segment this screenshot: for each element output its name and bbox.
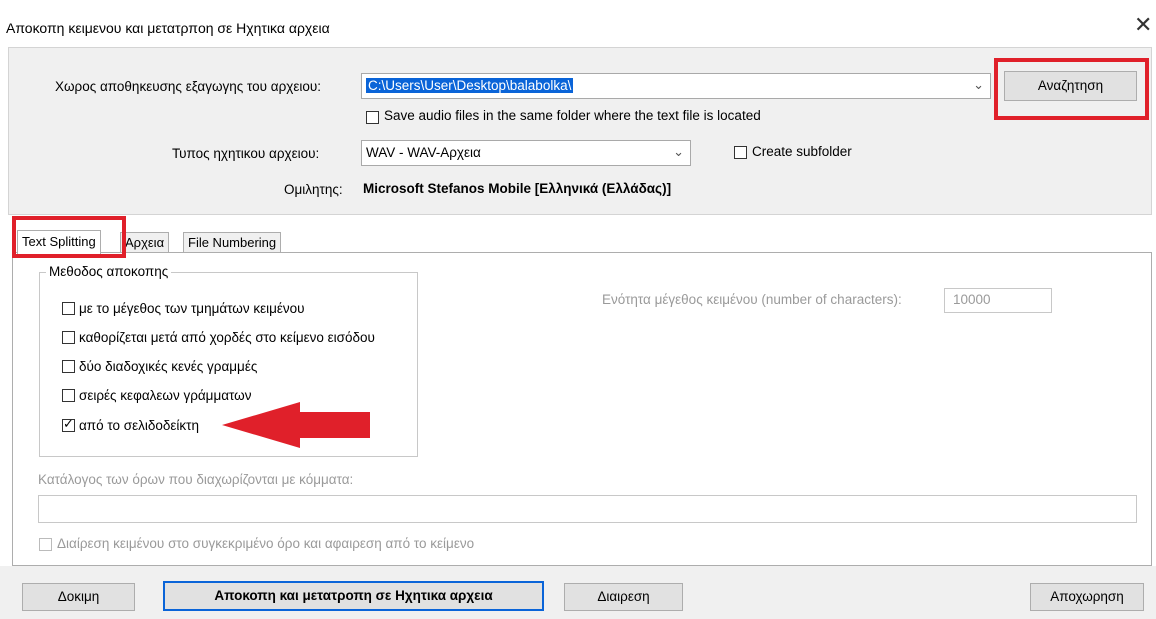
create-subfolder-checkbox[interactable] — [734, 146, 747, 159]
folder-value: C:\Users\User\Desktop\balabolka\ — [366, 78, 574, 93]
terms-input[interactable] — [38, 495, 1137, 523]
split-remove-checkbox[interactable] — [39, 538, 52, 551]
split-method-title: Μεθοδος αποκοπης — [46, 264, 172, 279]
split-convert-button[interactable]: Αποκοπη και μετατροπη σε Ηχητικα αρχεια — [163, 581, 544, 611]
option-strings-checkbox[interactable] — [62, 331, 75, 344]
option-chunk-size-checkbox[interactable] — [62, 302, 75, 315]
chunk-size-label: Ενότητα μέγεθος κειμένου (number of char… — [602, 292, 902, 307]
split-button[interactable]: Διαιρεση — [564, 583, 683, 611]
option-bookmark-checkbox[interactable] — [62, 416, 75, 432]
speaker-label: Ομιλητης: — [284, 182, 343, 197]
chevron-down-icon[interactable]: ⌄ — [673, 144, 684, 160]
chunk-size-input[interactable]: 10000 — [944, 288, 1052, 313]
option-blank-lines-checkbox[interactable] — [62, 360, 75, 373]
same-folder-checkbox[interactable] — [366, 111, 379, 124]
file-type-select[interactable]: WAV - WAV-Αρχεια ⌄ — [361, 140, 691, 166]
red-arrow-annotation — [222, 402, 370, 448]
tab-highlight-box — [12, 216, 126, 258]
tab-file-numbering[interactable]: File Numbering — [183, 232, 282, 253]
create-subfolder-label: Create subfolder — [752, 144, 852, 159]
option-bookmark-label: από το σελιδοδείκτη — [79, 418, 200, 433]
folder-combobox[interactable]: C:\Users\User\Desktop\balabolka\ ⌄ — [361, 73, 991, 99]
option-capitals-checkbox[interactable] — [62, 389, 75, 402]
chunk-size-value: 10000 — [953, 292, 991, 307]
tab-files[interactable]: Αρχεια — [120, 232, 170, 253]
file-type-label: Τυπος ηχητικου αρχειου: — [172, 146, 320, 161]
option-blank-lines-label: δύο διαδοχικές κενές γραμμές — [79, 359, 258, 374]
terms-label: Κατάλογος των όρων που διαχωρίζονται με … — [38, 472, 354, 487]
option-chunk-size-label: με το μέγεθος των τμημάτων κειμένου — [79, 301, 305, 316]
window-title: Αποκοπη κειμενου και μετατρπoη σε Ηχητικ… — [6, 20, 330, 36]
test-button[interactable]: Δοκιμη — [22, 583, 135, 611]
cancel-button[interactable]: Αποχωρηση — [1030, 583, 1144, 611]
browse-highlight-box — [994, 58, 1149, 120]
folder-label: Χωρος αποθηκευσης εξαγωγης του αρχειου: — [55, 79, 322, 94]
file-type-value: WAV - WAV-Αρχεια — [366, 145, 481, 160]
chevron-down-icon[interactable]: ⌄ — [973, 77, 984, 93]
speaker-value: Microsoft Stefanos Mobile [Ελληνικά (Ελλ… — [363, 181, 672, 196]
close-icon[interactable]: ✕ — [1134, 12, 1152, 38]
same-folder-label: Save audio files in the same folder wher… — [384, 108, 761, 123]
option-strings-label: καθορίζεται μετά από χορδές στο κείμενο … — [79, 330, 375, 345]
split-remove-label: Διαίρεση κειμένου στο συγκεκριμένο όρο κ… — [57, 536, 475, 551]
